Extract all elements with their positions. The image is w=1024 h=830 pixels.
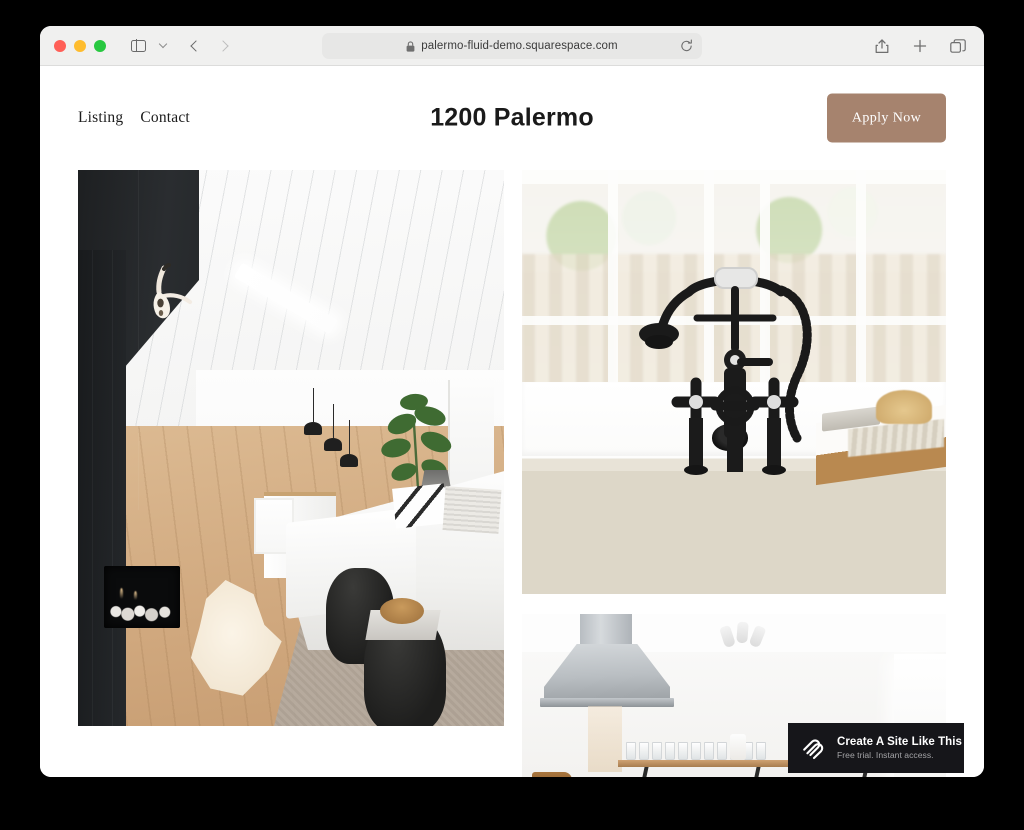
site-navigation: Listing Contact [78, 109, 190, 127]
address-bar-url: palermo-fluid-demo.squarespace.com [421, 40, 618, 52]
window-traffic-lights [54, 39, 106, 52]
safari-browser-window: palermo-fluid-demo.squarespace.com Listi… [40, 26, 984, 777]
nav-item-contact[interactable]: Contact [140, 109, 190, 127]
promo-title: Create A Site Like This [837, 736, 962, 748]
minimize-window-button[interactable] [74, 39, 86, 52]
toolbar-right-controls [868, 26, 972, 66]
tab-overview-icon[interactable] [944, 33, 972, 59]
sidebar-toggle-icon[interactable] [124, 33, 152, 59]
browser-toolbar: palermo-fluid-demo.squarespace.com [40, 26, 984, 66]
forward-button-icon [210, 33, 238, 59]
site-header: Listing Contact 1200 Palermo Apply Now [40, 66, 984, 170]
apply-now-button[interactable]: Apply Now [827, 93, 946, 143]
desktop-background: palermo-fluid-demo.squarespace.com Listi… [0, 0, 1024, 830]
squarespace-promo-text: Create A Site Like This Free trial. Inst… [837, 736, 962, 760]
new-tab-icon[interactable] [906, 33, 934, 59]
back-button-icon[interactable] [180, 33, 208, 59]
share-icon[interactable] [868, 33, 896, 59]
squarespace-promo-badge[interactable]: Create A Site Like This Free trial. Inst… [788, 723, 964, 773]
chevron-down-icon[interactable] [154, 33, 172, 59]
gallery-column-left [78, 170, 504, 777]
promo-subtitle: Free trial. Instant access. [837, 750, 934, 760]
gallery-image-bathtub[interactable] [522, 170, 946, 594]
maximize-window-button[interactable] [94, 39, 106, 52]
image-gallery [40, 170, 984, 777]
address-bar[interactable]: palermo-fluid-demo.squarespace.com [322, 33, 702, 59]
toolbar-left-controls [124, 33, 238, 59]
nav-item-listing[interactable]: Listing [78, 109, 123, 127]
web-page-content: Listing Contact 1200 Palermo Apply Now C… [40, 66, 984, 777]
longhorn-skull-decor [138, 262, 202, 324]
gallery-column-right [522, 170, 946, 777]
lock-icon [406, 40, 415, 52]
bathtub-faucet [619, 256, 849, 491]
reload-icon[interactable] [680, 39, 693, 53]
squarespace-logo-icon [800, 735, 826, 761]
ceiling-spotlights [719, 621, 767, 649]
gallery-image-living-room[interactable] [78, 170, 504, 726]
close-window-button[interactable] [54, 39, 66, 52]
